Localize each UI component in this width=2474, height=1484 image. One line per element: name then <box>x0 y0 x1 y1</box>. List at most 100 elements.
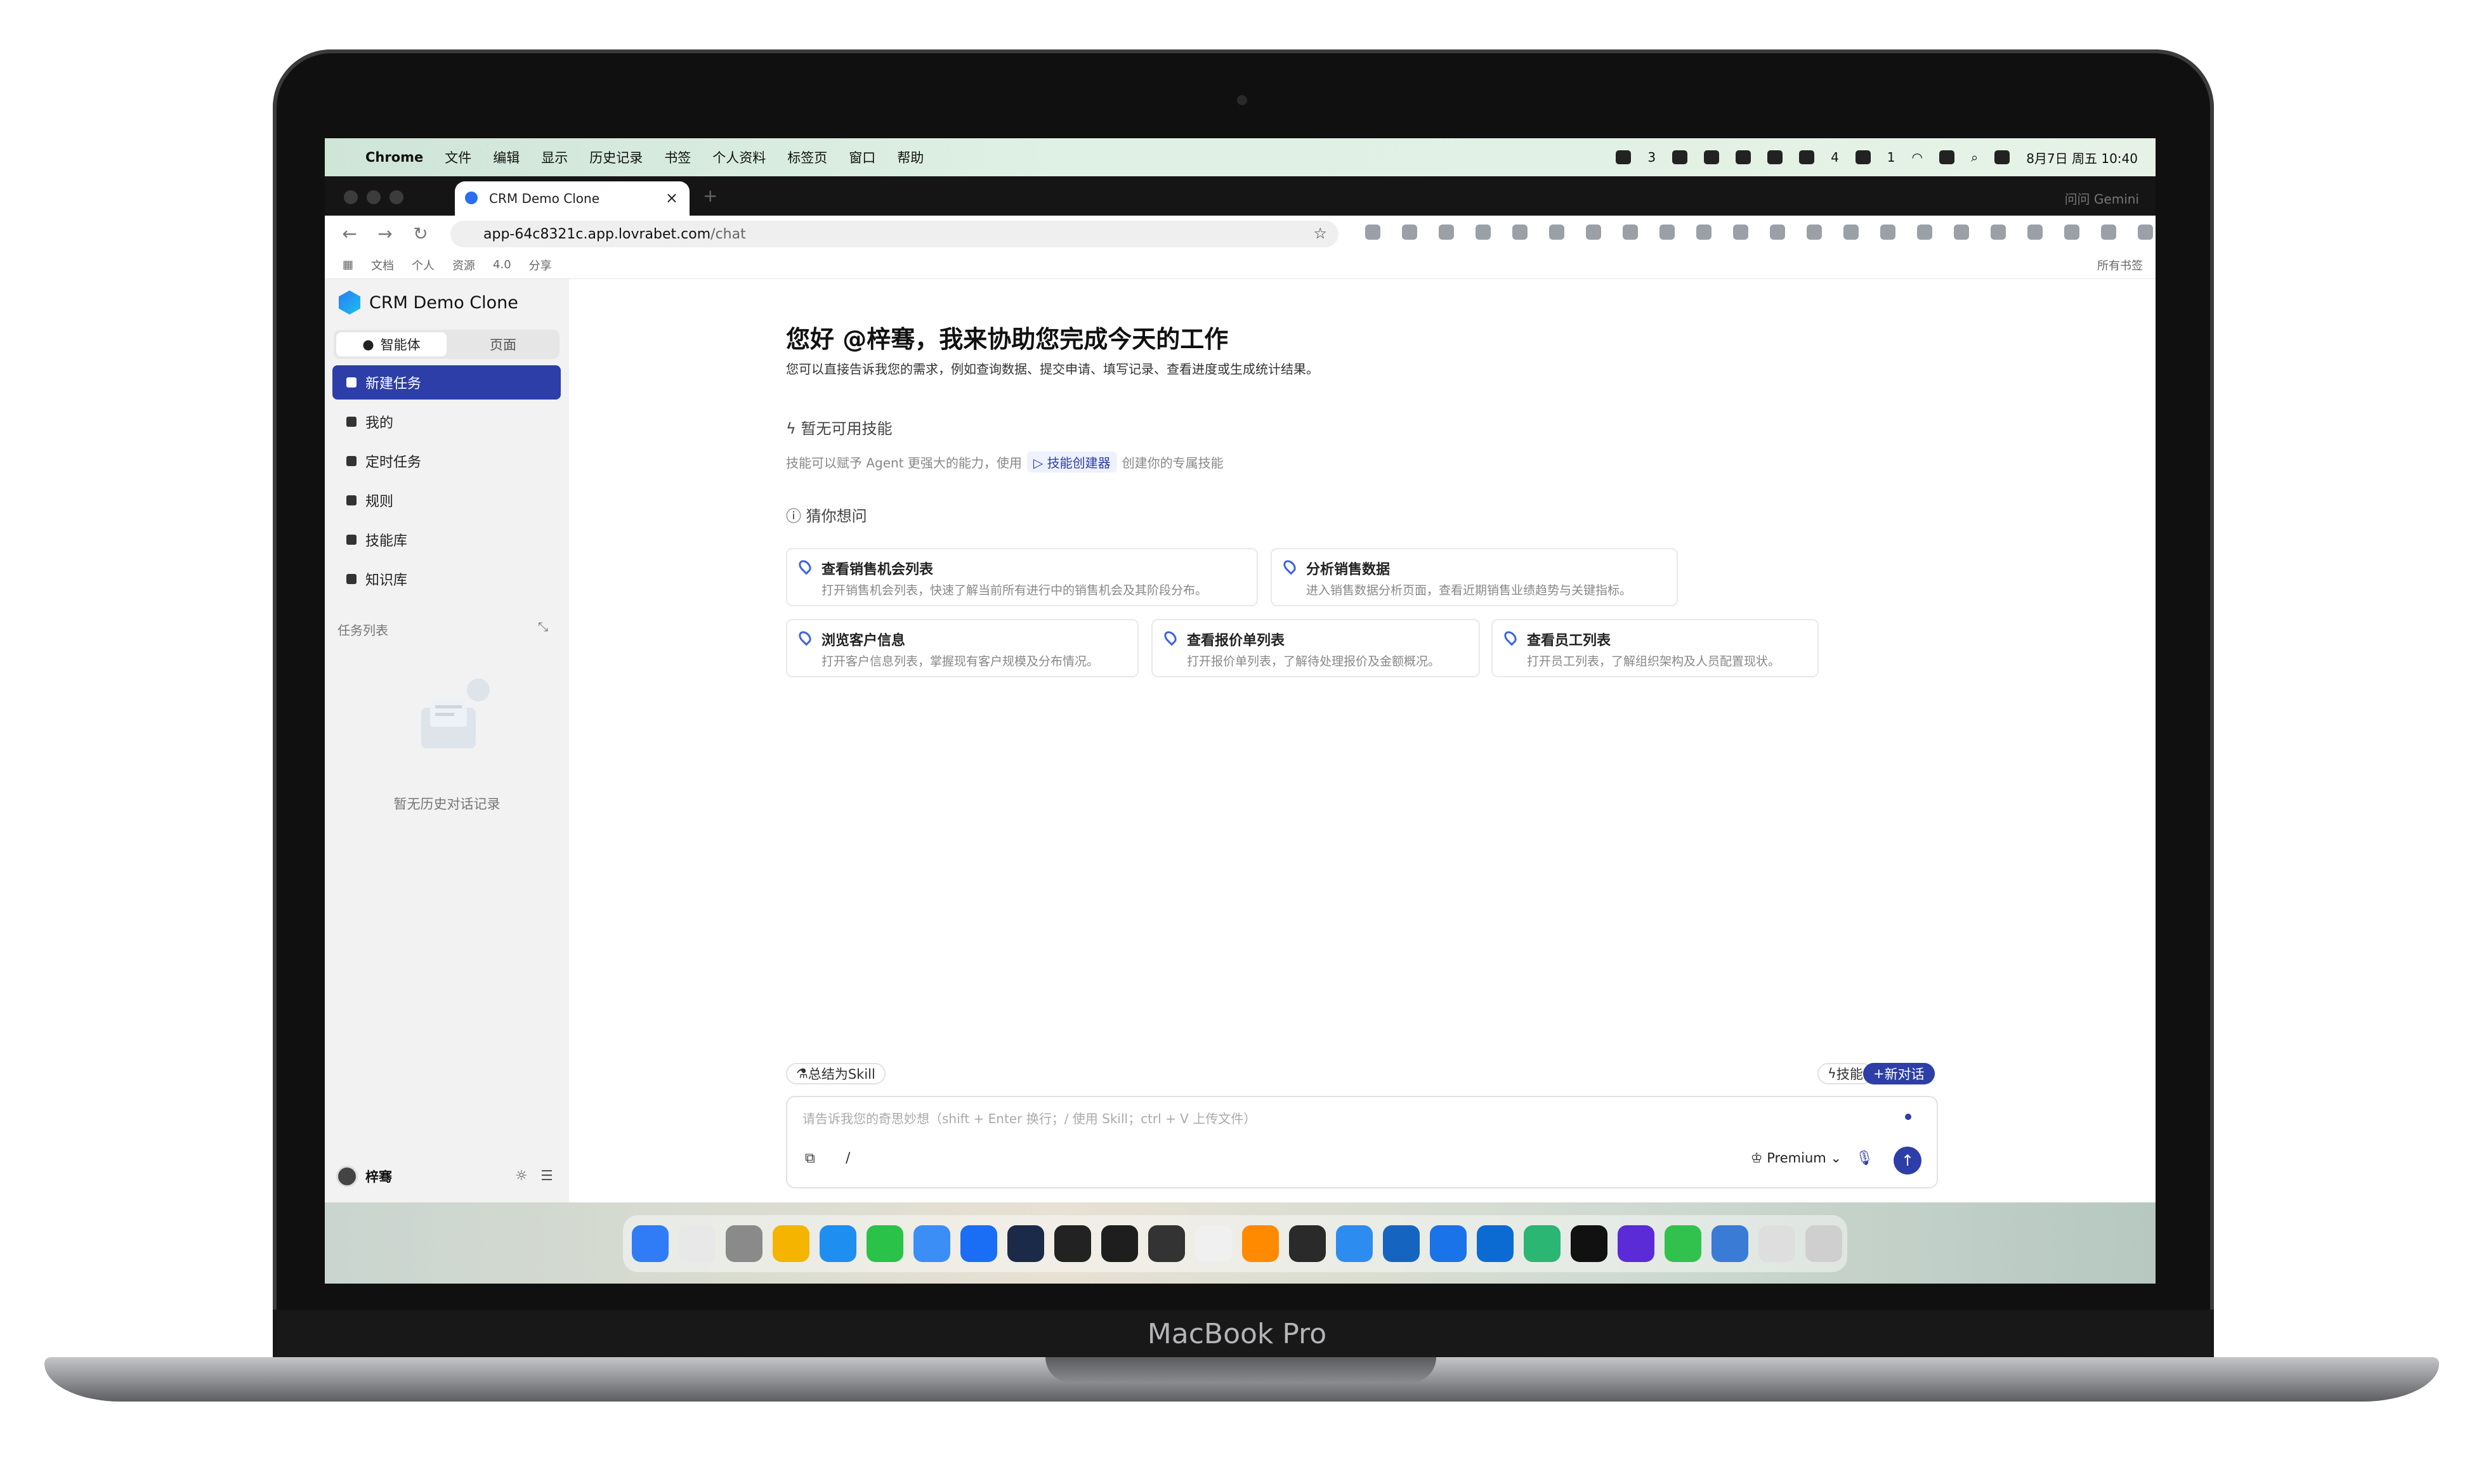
bookmark-folder[interactable]: 4.0 <box>493 258 511 271</box>
extension-icon[interactable] <box>1696 225 1712 240</box>
app-icon[interactable] <box>1524 1225 1561 1262</box>
menu-view[interactable]: 显示 <box>541 148 568 167</box>
extension-icon[interactable] <box>1991 225 2006 240</box>
extension-icon[interactable] <box>1512 225 1528 240</box>
sidebar-item-new-task[interactable]: 新建任务 <box>332 365 561 400</box>
suggestion-card[interactable]: 分析销售数据 进入销售数据分析页面，查看近期销售业绩趋势与关键指标。 <box>1271 548 1678 606</box>
status-app-icon[interactable] <box>1616 150 1632 164</box>
sidebar-item-scheduled[interactable]: 定时任务 <box>332 444 561 478</box>
all-bookmarks[interactable]: 所有书签 <box>2097 257 2143 273</box>
extension-icon[interactable] <box>1659 225 1675 240</box>
suggestion-card[interactable]: 查看销售机会列表 打开销售机会列表，快速了解当前所有进行中的销售机会及其阶段分布。 <box>786 548 1258 606</box>
send-button[interactable]: ↑ <box>1894 1147 1921 1175</box>
app-icon[interactable] <box>1712 1225 1748 1262</box>
menu-app-name[interactable]: Chrome <box>365 150 423 165</box>
new-chat-button[interactable]: + 新对话 <box>1863 1063 1935 1084</box>
extension-icon[interactable] <box>1954 225 1969 240</box>
model-selector[interactable]: ♔ Premium ⌄ <box>1751 1150 1842 1166</box>
panda-app-icon[interactable] <box>1195 1225 1232 1262</box>
bookmark-folder[interactable]: 资源 <box>452 257 475 273</box>
feishu-icon[interactable] <box>960 1225 997 1262</box>
activity-monitor-icon[interactable] <box>1571 1225 1607 1262</box>
menu-bookmarks[interactable]: 书签 <box>664 148 691 167</box>
app-icon[interactable] <box>1289 1225 1326 1262</box>
terminal-icon[interactable] <box>1101 1225 1138 1262</box>
zoom-window-button[interactable] <box>389 190 403 204</box>
app-icon[interactable] <box>1336 1225 1373 1262</box>
cursor-app-icon[interactable] <box>1054 1225 1091 1262</box>
bookmark-folder[interactable]: 分享 <box>529 257 552 273</box>
launchpad-icon[interactable] <box>679 1225 716 1262</box>
menu-edit[interactable]: 编辑 <box>493 148 520 167</box>
reload-icon[interactable]: ↻ <box>410 223 431 244</box>
trash-icon[interactable] <box>1805 1225 1842 1262</box>
microphone-icon[interactable]: 🎙 <box>1856 1150 1873 1166</box>
sidebar-item-skills[interactable]: 技能库 <box>332 523 561 557</box>
sidebar-item-rules[interactable]: 规则 <box>332 483 561 517</box>
tab-agent[interactable]: ● 智能体 <box>336 332 447 356</box>
finder-icon[interactable] <box>632 1225 669 1262</box>
sidebar-item-mine[interactable]: 我的 <box>332 405 561 439</box>
minimize-window-button[interactable] <box>367 190 381 204</box>
bookmark-folder[interactable]: 个人 <box>412 257 435 273</box>
status-app-icon[interactable] <box>1704 150 1720 164</box>
browser-tab[interactable]: CRM Demo Clone × <box>455 181 690 216</box>
extension-icon[interactable] <box>1476 225 1491 240</box>
extension-icon[interactable] <box>1623 225 1638 240</box>
extension-icon[interactable] <box>1586 225 1601 240</box>
extension-icon[interactable] <box>1880 225 1895 240</box>
extension-icon[interactable] <box>1807 225 1822 240</box>
suggestion-card[interactable]: 查看报价单列表 打开报价单列表，了解待处理报价及金额概况。 <box>1151 619 1480 677</box>
wifi-icon[interactable]: ◠ <box>1912 150 1923 165</box>
back-icon[interactable]: ← <box>339 223 360 244</box>
wechat-icon[interactable] <box>867 1225 903 1262</box>
status-app-icon[interactable] <box>1767 150 1783 164</box>
sidebar-item-knowledge[interactable]: 知识库 <box>332 562 561 596</box>
chat-app-icon[interactable] <box>913 1225 950 1262</box>
menu-help[interactable]: 帮助 <box>897 148 924 167</box>
skill-creator-link[interactable]: ▷ 技能创建器 <box>1026 452 1117 472</box>
profile-avatar-icon[interactable] <box>2138 225 2153 240</box>
apps-grid-icon[interactable]: ▦ <box>343 258 353 271</box>
extension-icon[interactable] <box>2027 225 2043 240</box>
bookmark-star-icon[interactable]: ☆ <box>1313 225 1327 242</box>
status-app-icon[interactable] <box>1736 150 1751 164</box>
extension-icon[interactable] <box>1843 225 1859 240</box>
menu-history[interactable]: 历史记录 <box>589 148 643 167</box>
menu-profiles[interactable]: 个人资料 <box>712 148 766 167</box>
extension-icon[interactable] <box>2101 225 2116 240</box>
copy-icon[interactable]: ⧉ <box>805 1150 815 1166</box>
list-icon[interactable]: ☰ <box>540 1168 553 1184</box>
sublime-icon[interactable] <box>1242 1225 1279 1262</box>
app-icon[interactable] <box>1618 1225 1654 1262</box>
extension-icon[interactable] <box>1770 225 1785 240</box>
theme-sun-icon[interactable]: ☼ <box>515 1168 528 1184</box>
address-bar[interactable]: app-64c8321c.app.lovrabet.com/chat ☆ <box>450 221 1338 247</box>
suggestion-card[interactable]: 查看员工列表 打开员工列表，了解组织架构及人员配置现状。 <box>1491 619 1819 677</box>
user-profile[interactable]: 梓骞 <box>336 1166 392 1187</box>
status-app-icon[interactable] <box>1799 150 1815 164</box>
app-icon[interactable] <box>1430 1225 1467 1262</box>
gemini-button[interactable]: 问问 Gemini <box>2065 189 2139 207</box>
collapse-icon[interactable]: ⤡ <box>538 619 548 634</box>
app-icon[interactable] <box>1007 1225 1044 1262</box>
extension-icon[interactable] <box>1439 225 1454 240</box>
downloads-icon[interactable] <box>1758 1225 1795 1262</box>
extension-icon[interactable] <box>1733 225 1748 240</box>
bookmark-folder[interactable]: 文档 <box>371 257 394 273</box>
close-window-button[interactable] <box>344 190 358 204</box>
phone-icon[interactable] <box>1665 1225 1701 1262</box>
menu-tabs[interactable]: 标签页 <box>787 148 827 167</box>
extension-icon[interactable] <box>1402 225 1417 240</box>
menu-file[interactable]: 文件 <box>445 148 471 167</box>
mail-icon[interactable] <box>1383 1225 1420 1262</box>
wechat-status-icon[interactable] <box>1855 150 1871 164</box>
1password-icon[interactable] <box>1477 1225 1514 1262</box>
suggestion-card[interactable]: 浏览客户信息 打开客户信息列表，掌握现有客户规模及分布情况。 <box>786 619 1139 677</box>
menubar-clock[interactable]: 8月7日 周五 10:40 <box>2026 148 2138 167</box>
slash-command[interactable]: / <box>846 1150 850 1166</box>
extension-icon[interactable] <box>1917 225 1932 240</box>
menu-window[interactable]: 窗口 <box>849 148 875 167</box>
battery-icon[interactable] <box>1939 150 1954 164</box>
extension-icon[interactable] <box>1365 225 1380 240</box>
